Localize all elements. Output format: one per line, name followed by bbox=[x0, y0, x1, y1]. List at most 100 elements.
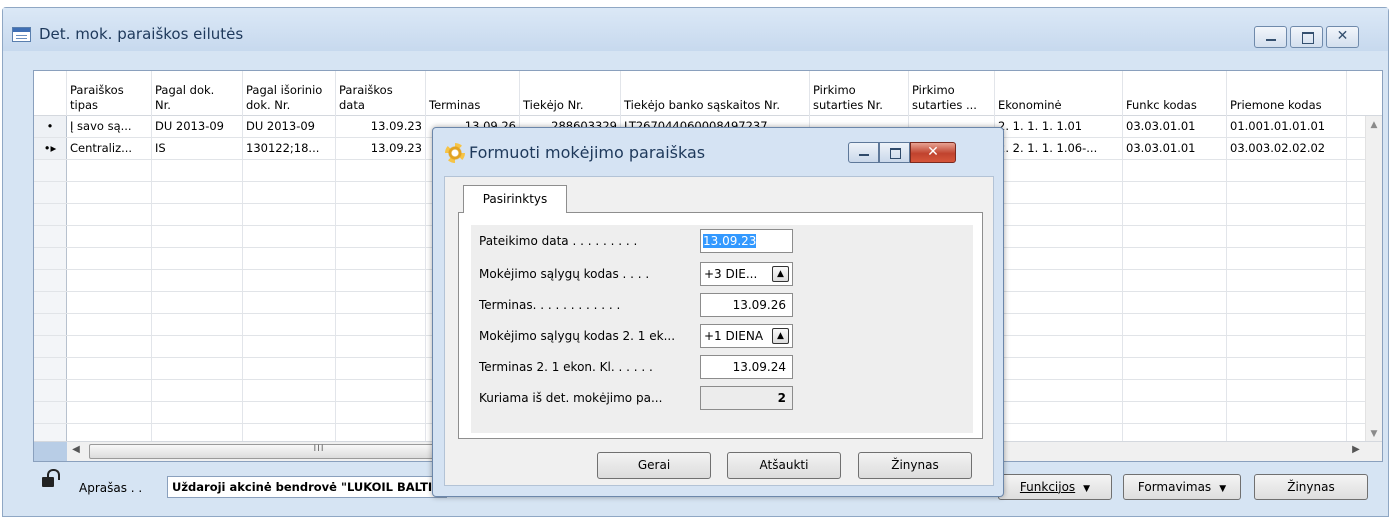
column-header[interactable]: Terminas bbox=[426, 71, 520, 116]
table-cell[interactable] bbox=[152, 248, 243, 269]
table-cell[interactable] bbox=[243, 380, 336, 401]
table-cell[interactable] bbox=[152, 314, 243, 335]
table-cell[interactable] bbox=[995, 314, 1123, 335]
table-cell[interactable] bbox=[336, 314, 426, 335]
table-cell[interactable] bbox=[152, 380, 243, 401]
table-cell[interactable] bbox=[152, 358, 243, 379]
scroll-right-icon[interactable]: ▶ bbox=[1349, 444, 1363, 460]
column-header[interactable]: Ekonominė bbox=[995, 71, 1123, 116]
table-cell[interactable] bbox=[995, 402, 1123, 423]
column-header[interactable]: Paraiškos tipas bbox=[67, 71, 152, 116]
table-cell[interactable] bbox=[336, 248, 426, 269]
table-cell[interactable] bbox=[995, 292, 1123, 313]
submission-date-field[interactable]: 13.09.23 bbox=[700, 229, 793, 253]
table-cell[interactable] bbox=[67, 160, 152, 181]
term-2-field[interactable]: 13.09.24 bbox=[700, 355, 793, 379]
table-cell[interactable] bbox=[995, 270, 1123, 291]
row-selector[interactable] bbox=[34, 314, 67, 335]
ok-button[interactable]: Gerai bbox=[597, 452, 711, 479]
table-cell[interactable] bbox=[1227, 182, 1347, 203]
help-button[interactable]: Žinynas bbox=[1254, 474, 1368, 500]
dialog-maximize-button[interactable] bbox=[879, 142, 910, 163]
table-cell[interactable] bbox=[995, 336, 1123, 357]
close-button[interactable]: ✕ bbox=[1326, 26, 1359, 48]
table-cell[interactable] bbox=[243, 182, 336, 203]
vertical-scrollbar[interactable]: ▲ ▼ bbox=[1365, 116, 1382, 443]
table-cell[interactable]: Į savo są... bbox=[67, 116, 152, 137]
table-cell[interactable] bbox=[243, 336, 336, 357]
column-header[interactable]: Pagal išorinio dok. Nr. bbox=[243, 71, 336, 116]
table-cell[interactable]: 03.03.01.01 bbox=[1123, 116, 1227, 137]
minimize-button[interactable] bbox=[1254, 26, 1287, 48]
table-cell[interactable] bbox=[336, 358, 426, 379]
table-cell[interactable] bbox=[336, 270, 426, 291]
table-cell[interactable] bbox=[243, 160, 336, 181]
table-cell[interactable] bbox=[995, 160, 1123, 181]
functions-button[interactable]: Funkcijos ▼ bbox=[998, 474, 1112, 500]
table-cell[interactable] bbox=[1123, 226, 1227, 247]
table-cell[interactable] bbox=[152, 270, 243, 291]
table-cell[interactable] bbox=[1227, 336, 1347, 357]
table-cell[interactable] bbox=[336, 182, 426, 203]
table-cell[interactable] bbox=[67, 292, 152, 313]
column-header[interactable]: Pirkimo sutarties Nr. bbox=[810, 71, 909, 116]
table-cell[interactable] bbox=[152, 204, 243, 225]
row-selector[interactable] bbox=[34, 380, 67, 401]
table-cell[interactable] bbox=[336, 336, 426, 357]
column-header[interactable]: Funkc kodas bbox=[1123, 71, 1227, 116]
table-cell[interactable]: 03.003.02.02.02 bbox=[1227, 138, 1347, 159]
row-selector[interactable] bbox=[34, 248, 67, 269]
row-selector[interactable] bbox=[34, 358, 67, 379]
table-cell[interactable] bbox=[336, 204, 426, 225]
scroll-left-icon[interactable]: ◀ bbox=[69, 444, 83, 460]
table-cell[interactable] bbox=[1227, 160, 1347, 181]
dialog-minimize-button[interactable] bbox=[848, 142, 879, 163]
table-cell[interactable] bbox=[995, 182, 1123, 203]
row-selector[interactable]: •▸ bbox=[34, 138, 67, 159]
table-cell[interactable] bbox=[67, 248, 152, 269]
table-cell[interactable] bbox=[243, 314, 336, 335]
table-cell[interactable] bbox=[336, 160, 426, 181]
table-cell[interactable] bbox=[995, 204, 1123, 225]
table-cell[interactable] bbox=[336, 380, 426, 401]
table-cell[interactable] bbox=[1227, 358, 1347, 379]
table-cell[interactable] bbox=[67, 402, 152, 423]
table-cell[interactable] bbox=[1123, 204, 1227, 225]
scroll-up-icon[interactable]: ▲ bbox=[1366, 120, 1382, 130]
table-cell[interactable] bbox=[67, 314, 152, 335]
table-cell[interactable] bbox=[152, 160, 243, 181]
table-cell[interactable] bbox=[995, 226, 1123, 247]
row-selector[interactable] bbox=[34, 336, 67, 357]
table-cell[interactable] bbox=[1123, 358, 1227, 379]
row-selector[interactable] bbox=[34, 204, 67, 225]
row-selector[interactable]: • bbox=[34, 116, 67, 137]
table-cell[interactable]: 2. 2. 1. 1. 1.06-... bbox=[995, 138, 1123, 159]
table-cell[interactable] bbox=[67, 358, 152, 379]
table-cell[interactable] bbox=[243, 358, 336, 379]
table-cell[interactable] bbox=[336, 292, 426, 313]
table-cell[interactable] bbox=[1227, 402, 1347, 423]
row-selector[interactable] bbox=[34, 270, 67, 291]
column-header[interactable]: Pagal dok. Nr. bbox=[152, 71, 243, 116]
table-cell[interactable] bbox=[152, 402, 243, 423]
table-cell[interactable] bbox=[1227, 380, 1347, 401]
dialog-help-button[interactable]: Žinynas bbox=[858, 452, 972, 479]
table-cell[interactable] bbox=[152, 182, 243, 203]
table-cell[interactable]: 2. 1. 1. 1. 1.01 bbox=[995, 116, 1123, 137]
unlock-icon[interactable] bbox=[42, 469, 60, 487]
table-cell[interactable] bbox=[995, 380, 1123, 401]
tab-options[interactable]: Pasirinktys bbox=[463, 185, 567, 213]
table-cell[interactable]: DU 2013-09 bbox=[152, 116, 243, 137]
description-field[interactable]: Uždaroji akcinė bendrovė "LUKOIL BALTI bbox=[167, 476, 447, 498]
column-header[interactable]: Priemone kodas bbox=[1227, 71, 1347, 116]
table-cell[interactable] bbox=[1123, 182, 1227, 203]
table-cell[interactable] bbox=[67, 270, 152, 291]
table-cell[interactable] bbox=[995, 358, 1123, 379]
column-header[interactable]: Tiekėjo banko sąskaitos Nr. bbox=[621, 71, 810, 116]
scroll-down-icon[interactable]: ▼ bbox=[1366, 429, 1382, 439]
table-cell[interactable] bbox=[1123, 380, 1227, 401]
payment-terms-field[interactable]: +3 DIE... ▲ bbox=[700, 262, 793, 286]
table-cell[interactable] bbox=[1227, 248, 1347, 269]
table-cell[interactable]: IS bbox=[152, 138, 243, 159]
row-selector[interactable] bbox=[34, 182, 67, 203]
